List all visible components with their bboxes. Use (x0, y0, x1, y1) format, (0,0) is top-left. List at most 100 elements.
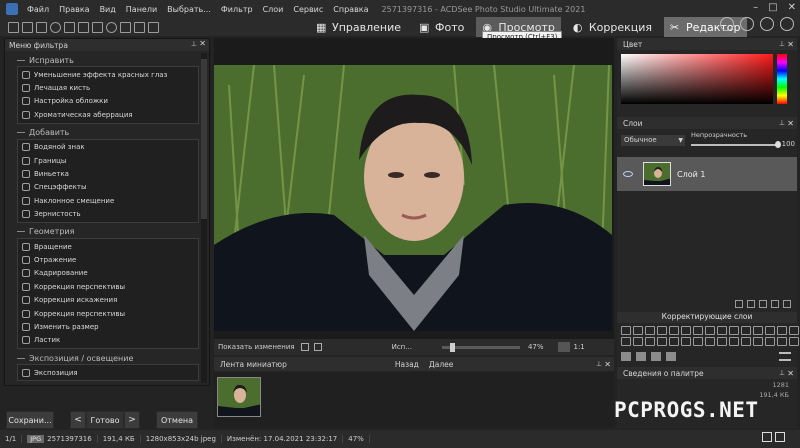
filter-exposure[interactable]: Экспозиция (18, 366, 198, 379)
info-icon[interactable] (762, 432, 772, 442)
adjustment-layer-icon[interactable] (765, 326, 775, 335)
line-tool-icon[interactable] (78, 21, 89, 33)
gradient-tool-icon[interactable] (120, 21, 131, 33)
adjustment-layer-icon[interactable] (705, 337, 715, 346)
filter-perspective[interactable]: Коррекция перспективы (18, 280, 198, 293)
adjustment-layer-icon[interactable] (777, 326, 787, 335)
selection-tool-icon[interactable] (8, 21, 19, 33)
tab-manage[interactable]: ▦ Управление (310, 17, 407, 37)
adjustment-layer-icon[interactable] (753, 326, 763, 335)
zoom-value[interactable]: 47% (528, 343, 544, 351)
scrollbar-thumb[interactable] (201, 59, 207, 219)
adjustment-layer-icon[interactable] (741, 326, 751, 335)
filter-resize[interactable]: Изменить размер (18, 320, 198, 333)
adjustment-layer-icon[interactable] (657, 337, 667, 346)
layer-action-icon[interactable] (783, 300, 791, 308)
blend-mode-select[interactable]: Обычное ▼ (621, 134, 685, 146)
adjustment-layer-icon[interactable] (753, 337, 763, 346)
filter-distortion[interactable]: Коррекция искажения (18, 293, 198, 306)
save-button[interactable]: Сохрани... (6, 411, 54, 429)
filter-crop[interactable]: Кадрирование (18, 267, 198, 280)
rect-tool-icon[interactable] (36, 21, 47, 33)
dashboard-icon[interactable] (740, 17, 754, 31)
new-layer-icon[interactable] (621, 351, 631, 361)
pin-icon[interactable]: ⊥ (191, 40, 197, 48)
adjustment-layer-icon[interactable] (681, 337, 691, 346)
filter-healing-brush[interactable]: Лечащая кисть (18, 81, 198, 94)
minimize-icon[interactable]: – (753, 2, 758, 13)
filmstrip-forward[interactable]: Далее (429, 360, 453, 369)
adjustment-layer-icon[interactable] (789, 326, 799, 335)
text-tool-icon[interactable] (22, 21, 33, 33)
opacity-slider-knob[interactable] (775, 141, 781, 148)
filter-watermark[interactable]: Водяной знак (18, 141, 198, 154)
hue-slider[interactable] (777, 54, 787, 104)
adjustment-layer-icon[interactable] (669, 337, 679, 346)
show-changes-button[interactable]: Показать изменения (218, 343, 295, 351)
brush-tool-icon[interactable] (92, 21, 103, 33)
panorama-icon[interactable] (720, 17, 734, 31)
adjustment-layer-icon[interactable] (693, 337, 703, 346)
adjustment-layer-icon[interactable] (717, 326, 727, 335)
next-button[interactable]: > (124, 411, 140, 429)
fill-tool-icon[interactable] (134, 21, 145, 33)
opacity-slider[interactable] (691, 144, 777, 146)
filter-chromatic[interactable]: Хроматическая аберрация (18, 108, 198, 121)
fit-dropdown[interactable] (557, 342, 570, 352)
add-icon[interactable] (636, 351, 646, 361)
adjustment-layer-icon[interactable] (741, 337, 751, 346)
filter-vignette[interactable]: Виньетка (18, 167, 198, 180)
adjustment-layer-icon[interactable] (633, 337, 643, 346)
filter-grain[interactable]: Зернистость (18, 208, 198, 221)
settings-icon[interactable] (775, 432, 785, 442)
filter-perspective-2[interactable]: Коррекция перспективы (18, 307, 198, 320)
close-icon[interactable]: ✕ (787, 40, 794, 49)
adjustment-layer-icon[interactable] (729, 326, 739, 335)
visibility-eye-icon[interactable] (623, 171, 633, 177)
layers-menu-icon[interactable] (779, 351, 791, 361)
source-selector[interactable]: Исп... (392, 343, 412, 351)
adjustment-layer-icon[interactable] (645, 337, 655, 346)
menu-edit[interactable]: Правка (54, 5, 94, 14)
adjustment-layer-icon[interactable] (621, 337, 631, 346)
zoom-slider-knob[interactable] (449, 342, 455, 352)
close-icon[interactable]: ✕ (787, 119, 794, 128)
histogram-icon[interactable] (313, 343, 322, 351)
menu-layers[interactable]: Слои (258, 5, 289, 14)
group-icon[interactable] (666, 351, 676, 361)
fullscreen-icon[interactable] (300, 343, 309, 351)
layer-action-icon[interactable] (747, 300, 755, 308)
polygon-tool-icon[interactable] (64, 21, 75, 33)
adjustment-layer-icon[interactable] (705, 326, 715, 335)
adjustment-layer-icon[interactable] (621, 326, 631, 335)
mask-icon[interactable] (651, 351, 661, 361)
image-viewer[interactable] (214, 38, 614, 340)
adjustment-layer-icon[interactable] (645, 326, 655, 335)
close-icon[interactable]: ✕ (604, 360, 611, 369)
pin-icon[interactable]: ⊥ (596, 360, 602, 368)
menu-help[interactable]: Справка (328, 5, 373, 14)
adjustment-layer-icon[interactable] (729, 337, 739, 346)
adjustment-layer-icon[interactable] (789, 337, 799, 346)
histogram-icon[interactable] (760, 17, 774, 31)
ellipse-tool-icon[interactable] (50, 21, 61, 33)
menu-filter[interactable]: Фильтр (216, 5, 258, 14)
adjustment-layer-icon[interactable] (777, 337, 787, 346)
cancel-button[interactable]: Отмена (156, 411, 198, 429)
pin-icon[interactable]: ⊥ (779, 369, 785, 377)
menu-select[interactable]: Выбрать... (162, 5, 216, 14)
adjustment-layer-icon[interactable] (765, 337, 775, 346)
filter-flip[interactable]: Отражение (18, 253, 198, 266)
layer-action-icon[interactable] (735, 300, 743, 308)
menu-tools[interactable]: Сервис (288, 5, 328, 14)
adjustment-layer-icon[interactable] (669, 326, 679, 335)
adjustment-layer-icon[interactable] (657, 326, 667, 335)
filter-borders[interactable]: Границы (18, 154, 198, 167)
filter-skin-tune[interactable]: Настройка обложки (18, 95, 198, 108)
menu-view[interactable]: Вид (95, 5, 121, 14)
menu-file[interactable]: Файл (22, 5, 54, 14)
layer-action-icon[interactable] (759, 300, 767, 308)
pin-icon[interactable]: ⊥ (779, 119, 785, 127)
layer-item[interactable]: Слой 1 (617, 157, 797, 191)
zoom-slider[interactable] (441, 342, 520, 352)
